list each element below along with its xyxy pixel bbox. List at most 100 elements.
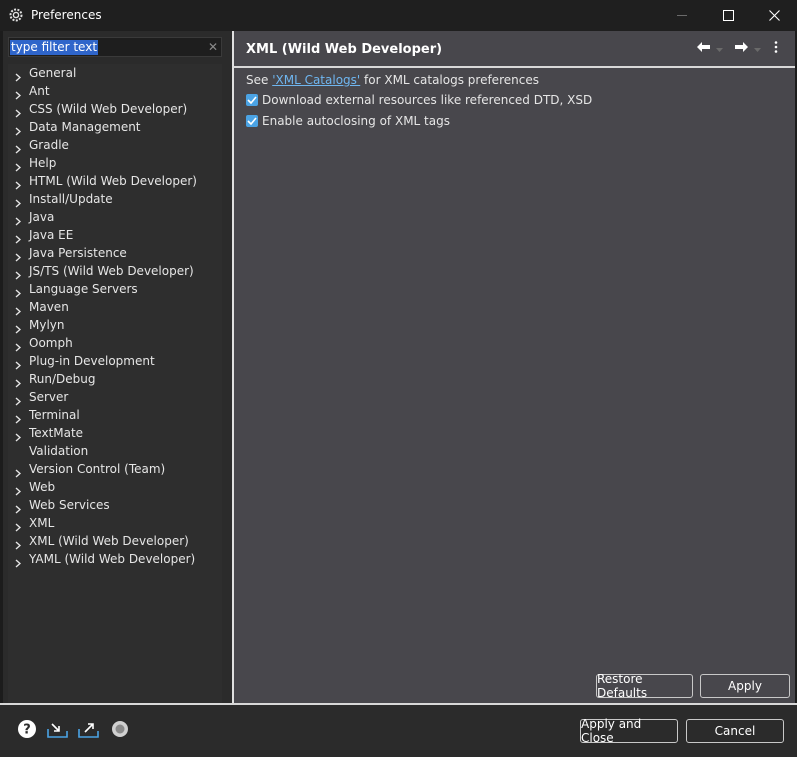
tree-item-label: Web (29, 480, 56, 494)
tree-item-label: XML (Wild Web Developer) (29, 534, 189, 548)
restore-defaults-button[interactable]: Restore Defaults (596, 672, 693, 700)
tree-item-label: Terminal (29, 408, 80, 422)
close-icon (768, 10, 780, 21)
tree-item-label: Ant (29, 84, 50, 98)
tree-item-label: Web Services (29, 498, 110, 512)
tree-item-label: Java Persistence (29, 246, 127, 260)
tree-item[interactable]: Gradle (8, 136, 222, 154)
tree-item[interactable]: Mylyn (8, 316, 222, 334)
tree-item[interactable]: YAML (Wild Web Developer) (8, 550, 222, 568)
preference-page: XML (Wild Web Developer) See 'XML Catalo… (234, 31, 795, 703)
tree-item-label: TextMate (29, 426, 84, 440)
chevron-down-icon (754, 41, 761, 55)
tree-item[interactable]: XML (Wild Web Developer) (8, 532, 222, 550)
tree-item[interactable]: Validation (8, 442, 222, 460)
cancel-label: Cancel (714, 724, 756, 738)
oomph-button[interactable] (111, 719, 129, 741)
minimize-button[interactable] (659, 0, 705, 31)
help-button[interactable]: ? (17, 719, 37, 741)
tree-item-label: Version Control (Team) (29, 462, 166, 476)
cancel-button[interactable]: Cancel (686, 719, 784, 743)
export-button[interactable] (78, 719, 100, 741)
tree-item[interactable]: Run/Debug (8, 370, 222, 388)
window-border-left (0, 31, 3, 757)
tree-item[interactable]: Data Management (8, 118, 222, 136)
tree-item[interactable]: TextMate (8, 424, 222, 442)
tree-item[interactable]: XML (8, 514, 222, 532)
desc-prefix: See (246, 73, 273, 87)
tree-item-label: Server (29, 390, 69, 404)
tree-item[interactable]: Maven (8, 298, 222, 316)
tree-item[interactable]: Plug-in Development (8, 352, 222, 370)
arrow-right-icon (734, 41, 749, 56)
view-menu-button[interactable] (774, 39, 778, 57)
import-icon (47, 719, 69, 742)
tree-item[interactable]: Web Services (8, 496, 222, 514)
tree-item[interactable]: Oomph (8, 334, 222, 352)
restore-defaults-label: Restore Defaults (597, 672, 648, 700)
tree-item[interactable]: Terminal (8, 406, 222, 424)
tree-item[interactable]: HTML (Wild Web Developer) (8, 172, 222, 190)
tree-item-label: Maven (29, 300, 69, 314)
tree-item[interactable]: Language Servers (8, 280, 222, 298)
tree-item[interactable]: Java Persistence (8, 244, 222, 262)
xml-catalogs-link[interactable]: 'XML Catalogs' (272, 73, 360, 87)
svg-text:?: ? (23, 722, 31, 737)
close-button[interactable] (751, 0, 797, 31)
chevron-right-icon[interactable] (15, 555, 22, 573)
tree-item[interactable]: Version Control (Team) (8, 460, 222, 478)
autoclosing-label: Enable autoclosing of XML tags (262, 114, 450, 128)
tree-item[interactable]: Server (8, 388, 222, 406)
title-divider (234, 66, 795, 68)
tree-item-label: CSS (Wild Web Developer) (29, 102, 188, 116)
tree-item[interactable]: General (8, 64, 222, 82)
help-icon: ? (17, 719, 37, 742)
window-title: Preferences (31, 8, 102, 22)
tree-item-label: Gradle (29, 138, 69, 152)
minimize-icon (677, 14, 687, 17)
tree-item[interactable]: Install/Update (8, 190, 222, 208)
download-resources-option[interactable]: Download external resources like referen… (246, 92, 592, 108)
tree-item-label: Oomph (29, 336, 73, 350)
title-bar: Preferences (0, 0, 797, 31)
arrow-left-icon (696, 41, 711, 56)
clear-icon[interactable]: ✕ (208, 40, 218, 54)
download-resources-label: Download external resources like referen… (262, 93, 593, 107)
tree-item-label: Help (29, 156, 57, 170)
tree-item-label: Install/Update (29, 192, 113, 206)
desc-suffix: for XML catalogs preferences (360, 73, 539, 87)
tree-item-label: Language Servers (29, 282, 138, 296)
tree-item-label: Java EE (29, 228, 74, 242)
tree-item[interactable]: Java (8, 208, 222, 226)
apply-label: Apply (728, 679, 762, 693)
preferences-tree[interactable]: General Ant CSS (Wild Web Developer) Data M… (8, 64, 222, 703)
tree-item[interactable]: Java EE (8, 226, 222, 244)
autoclosing-checkbox[interactable] (246, 115, 258, 127)
filter-text[interactable]: type filter text (10, 40, 99, 55)
tree-item[interactable]: JS/TS (Wild Web Developer) (8, 262, 222, 280)
kebab-menu-icon (774, 40, 778, 56)
tree-item[interactable]: CSS (Wild Web Developer) (8, 100, 222, 118)
tree-item[interactable]: Web (8, 478, 222, 496)
chevron-down-icon (716, 41, 723, 55)
tree-item-label: Run/Debug (29, 372, 96, 386)
export-icon (78, 719, 100, 742)
tree-item-label: XML (29, 516, 55, 530)
import-button[interactable] (47, 719, 69, 741)
gear-icon (9, 8, 23, 22)
apply-and-close-label: Apply and Close (581, 717, 642, 745)
autoclosing-option[interactable]: Enable autoclosing of XML tags (246, 113, 450, 129)
tree-item[interactable]: Ant (8, 82, 222, 100)
tree-item-label: Plug-in Development (29, 354, 155, 368)
apply-button[interactable]: Apply (700, 674, 790, 698)
maximize-button[interactable] (705, 0, 751, 31)
page-title: XML (Wild Web Developer) (246, 42, 443, 57)
tree-item-label: Data Management (29, 120, 141, 134)
back-button[interactable] (696, 39, 723, 57)
filter-input[interactable]: type filter text ✕ (8, 37, 222, 57)
download-resources-checkbox[interactable] (246, 94, 258, 106)
tree-item[interactable]: Help (8, 154, 222, 172)
apply-and-close-button[interactable]: Apply and Close (580, 717, 678, 745)
footer-bar: ? Apply and Close Cancel (0, 705, 797, 757)
forward-button[interactable] (734, 39, 761, 57)
